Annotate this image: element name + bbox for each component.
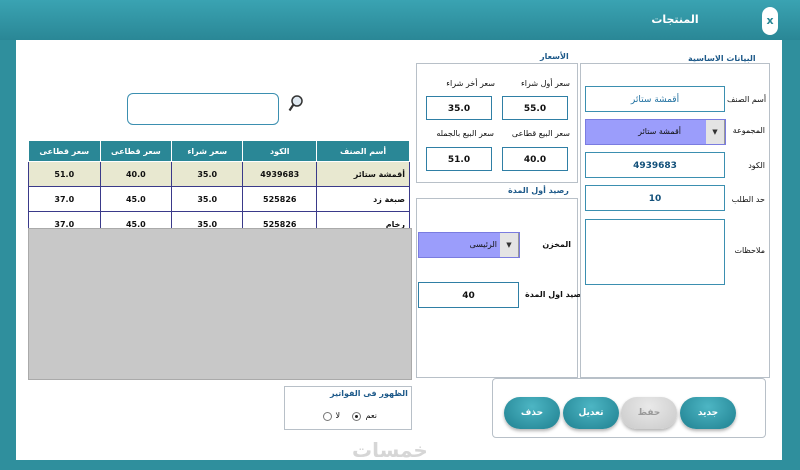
no-radio[interactable] (323, 412, 332, 421)
show-in-invoices-title: الظهور فى الفواتير (330, 389, 408, 398)
order-limit-field[interactable]: 10 (585, 185, 725, 211)
column-header[interactable]: أسم الصنف (316, 140, 410, 162)
search-icon[interactable] (288, 95, 304, 113)
group-select[interactable]: أقمشة ستائر ▼ (585, 119, 726, 145)
table-cell: 37.0 (28, 186, 101, 212)
close-button[interactable]: x (762, 7, 778, 35)
delete-button[interactable]: حذف (504, 397, 560, 429)
table-cell: أقمشة ستائر (316, 161, 410, 187)
no-label: لا (335, 411, 340, 420)
group-label: المجموعة (732, 126, 765, 135)
title-bar: المنتجات x (0, 0, 800, 40)
opening-balance-field[interactable]: 40 (418, 282, 519, 308)
window-title: المنتجات (651, 13, 699, 26)
warehouse-select-value: الرئيسى (469, 240, 497, 249)
yes-label: نعم (365, 411, 377, 420)
column-header[interactable]: سعر شراء (171, 140, 244, 162)
basic-data-title: البيانات الاساسية (688, 54, 756, 63)
wholesale-price-field[interactable]: 51.0 (426, 147, 492, 171)
table-cell: 525826 (242, 186, 318, 212)
save-button[interactable]: حفظ (621, 397, 677, 429)
opening-balance-title: رصيد أول المدة (508, 186, 569, 195)
order-limit-label: حد الطلب (731, 195, 765, 204)
table-cell: 51.0 (28, 161, 101, 187)
edit-button[interactable]: تعديل (563, 397, 619, 429)
wholesale-price-label: سعر البيع بالجمله (436, 129, 494, 138)
column-header[interactable]: سعر قطاعى (28, 140, 101, 162)
watermark-text: خمسات (352, 438, 428, 462)
column-header[interactable]: سعر قطاعى (99, 140, 173, 162)
table-cell: 4939683 (242, 161, 318, 187)
yes-radio[interactable] (352, 412, 361, 421)
table-cell: صبغة زد (316, 186, 410, 212)
new-button[interactable]: جديد (680, 397, 736, 429)
code-label: الكود (748, 161, 765, 170)
last-purchase-label: سعر أخر شراء (446, 79, 495, 88)
table-empty-area (28, 228, 412, 380)
table-header-row: سعر قطاعى سعر قطاعى سعر شراء الكود أسم ا… (28, 140, 410, 162)
last-purchase-field[interactable]: 35.0 (426, 96, 492, 120)
products-table: سعر قطاعى سعر قطاعى سعر شراء الكود أسم ا… (28, 140, 410, 237)
notes-label: ملاحظات (734, 246, 765, 255)
table-cell: 35.0 (171, 186, 244, 212)
group-select-value: أقمشة ستائر (638, 127, 681, 136)
chevron-down-icon[interactable]: ▼ (500, 233, 519, 257)
table-cell: 35.0 (171, 161, 244, 187)
prices-title: الأسعار (540, 52, 569, 61)
warehouse-select[interactable]: الرئيسى ▼ (418, 232, 520, 258)
item-name-field[interactable]: أقمشة ستائر (585, 86, 725, 112)
notes-field[interactable] (585, 219, 725, 285)
opening-balance-label: رصيد اول المدة (525, 290, 586, 299)
item-name-label: أسم الصنف (727, 95, 767, 104)
table-row[interactable]: 51.0 40.0 35.0 4939683 أقمشة ستائر (28, 161, 410, 187)
search-input[interactable] (127, 93, 279, 125)
first-purchase-field[interactable]: 55.0 (502, 96, 568, 120)
first-purchase-label: سعر أول شراء (520, 79, 570, 88)
retail-price-label: سعر البيع قطاعى (511, 129, 570, 138)
table-row[interactable]: 37.0 45.0 35.0 525826 صبغة زد (28, 186, 410, 212)
chevron-down-icon[interactable]: ▼ (706, 120, 725, 144)
retail-price-field[interactable]: 40.0 (502, 147, 568, 171)
table-cell: 40.0 (99, 161, 173, 187)
code-field[interactable]: 4939683 (585, 152, 725, 178)
warehouse-label: المخزن (542, 240, 571, 249)
table-cell: 45.0 (99, 186, 173, 212)
column-header[interactable]: الكود (242, 140, 318, 162)
